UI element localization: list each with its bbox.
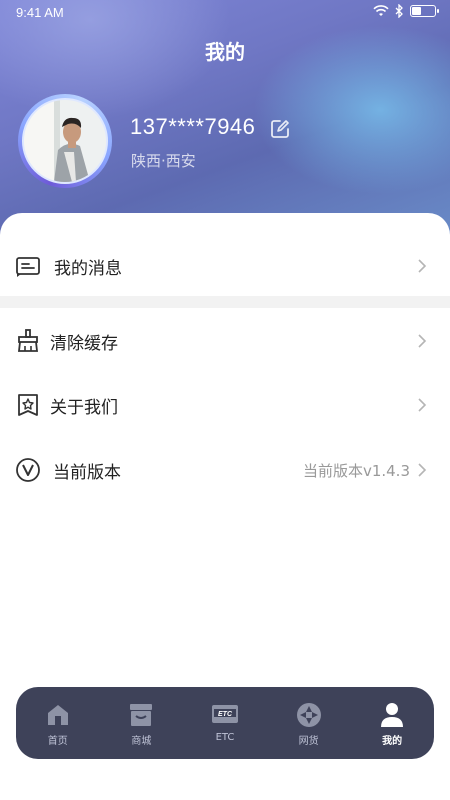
tab-label-etc: ETC [215,732,235,743]
store-icon [130,704,153,726]
page-title: 我的 [205,40,245,64]
version-icon [16,458,40,482]
tab-label-goods: 网货 [298,736,319,747]
status-bar: 9:41 AM [0,0,450,26]
message-icon [16,257,40,277]
menu-item-about[interactable]: 关于我们 [0,373,450,437]
tab-home[interactable]: 首页 [16,687,100,759]
chevron-right-icon [418,259,427,273]
chevron-right-icon [418,463,427,477]
tab-store[interactable]: 商城 [100,687,184,759]
menu-item-messages[interactable]: 我的消息 [0,234,450,298]
bluetooth-icon [395,4,403,18]
menu-item-clear-cache[interactable]: 清除缓存 [0,309,450,373]
aperture-icon [296,703,321,727]
menu-item-version[interactable]: 当前版本 当前版本v1.4.3 [0,438,450,502]
tab-label-store: 商城 [131,736,152,747]
section-divider [0,296,450,308]
chevron-right-icon [418,334,427,348]
wifi-icon [373,5,389,16]
menu-label-about: 关于我们 [50,397,118,418]
user-icon [381,703,404,727]
broom-icon [17,329,39,352]
status-time: 9:41 AM [16,5,64,20]
status-icons [373,4,439,18]
edit-icon[interactable] [268,117,292,141]
etc-card-icon: ETC [211,705,238,723]
chevron-right-icon [418,398,427,412]
svg-text:ETC: ETC [218,711,233,718]
tab-goods[interactable]: 网货 [267,687,351,759]
user-location: 陕西·西安 [131,152,196,170]
tab-bar: 首页 商城 ETC ETC 网货 我的 [16,687,434,759]
menu-label-clear-cache: 清除缓存 [50,333,118,354]
version-value: 当前版本v1.4.3 [302,461,410,480]
avatar-photo [22,98,108,184]
menu-label-version: 当前版本 [53,462,121,483]
home-icon [47,705,68,725]
avatar[interactable] [18,94,112,188]
about-star-icon [18,394,38,416]
user-phone: 137****7946 [130,114,256,139]
tab-label-home: 首页 [47,736,68,747]
tab-etc[interactable]: ETC ETC [183,687,267,759]
battery-icon [410,5,439,17]
menu-label-messages: 我的消息 [54,258,122,279]
tab-label-mine: 我的 [382,736,403,747]
tab-mine[interactable]: 我的 [350,687,434,759]
